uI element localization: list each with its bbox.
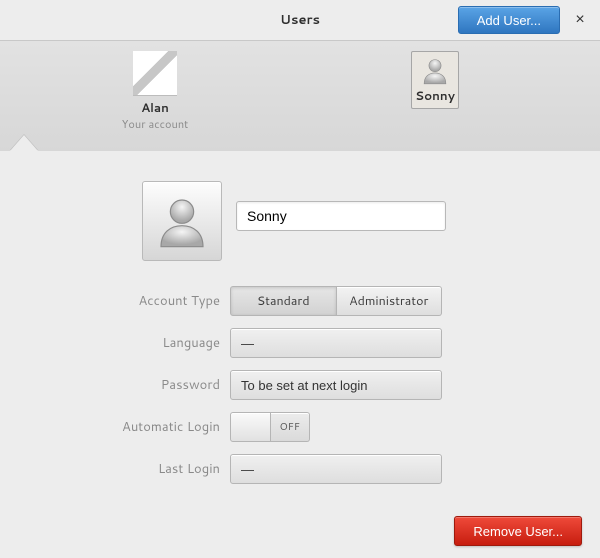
switch-state-label: OFF [271, 412, 311, 442]
label-account-type: Account Type [80, 292, 230, 310]
last-login-button[interactable]: — [230, 454, 442, 484]
users-settings-window: Users Add User... × Alan Your account [0, 0, 600, 558]
account-type-standard[interactable]: Standard [230, 286, 337, 316]
auto-login-control: OFF [230, 412, 442, 442]
header-bar: Users Add User... × [0, 0, 600, 41]
row-account-type: Account Type Standard Administrator [80, 285, 520, 317]
language-select[interactable]: — [230, 328, 442, 358]
footer-bar: Remove User... [0, 504, 600, 558]
row-auto-login: Automatic Login OFF [80, 411, 520, 443]
user-detail-panel: Account Type Standard Administrator Lang… [0, 151, 600, 558]
language-value: — [241, 336, 254, 351]
full-name-field-wrap [236, 201, 446, 231]
remove-user-button[interactable]: Remove User... [454, 516, 582, 546]
user-tab-alan[interactable]: Alan Your account [110, 51, 200, 132]
password-value: To be set at next login [241, 378, 367, 393]
account-type-segmented: Standard Administrator [230, 286, 442, 316]
row-language: Language — [80, 327, 520, 359]
user-tab-sonny[interactable]: Sonny [390, 51, 480, 113]
person-icon [154, 193, 210, 249]
add-user-button[interactable]: Add User... [458, 6, 560, 34]
selection-pointer [10, 135, 38, 151]
label-last-login: Last Login [80, 460, 230, 478]
label-password: Password [80, 376, 230, 394]
avatar-icon: Sonny [411, 51, 459, 109]
identity-row [80, 181, 520, 261]
avatar-picker[interactable] [142, 181, 222, 261]
switch-knob [230, 412, 271, 442]
account-type-administrator[interactable]: Administrator [337, 286, 443, 316]
close-button[interactable]: × [566, 6, 594, 34]
header-actions: Add User... × [458, 0, 600, 40]
label-auto-login: Automatic Login [80, 418, 230, 436]
auto-login-switch[interactable]: OFF [230, 412, 310, 442]
label-language: Language [80, 334, 230, 352]
user-name-label: Alan [110, 99, 200, 116]
row-last-login: Last Login — [80, 453, 520, 485]
last-login-value: — [241, 462, 254, 477]
user-name-label: Sonny [415, 87, 455, 104]
close-icon: × [575, 11, 584, 28]
full-name-input[interactable] [236, 201, 446, 231]
row-password: Password To be set at next login [80, 369, 520, 401]
user-subtitle: Your account [110, 116, 200, 132]
person-icon [418, 56, 452, 85]
password-button[interactable]: To be set at next login [230, 370, 442, 400]
user-selector-strip: Alan Your account Sonny [0, 41, 600, 162]
avatar-icon [133, 51, 177, 95]
